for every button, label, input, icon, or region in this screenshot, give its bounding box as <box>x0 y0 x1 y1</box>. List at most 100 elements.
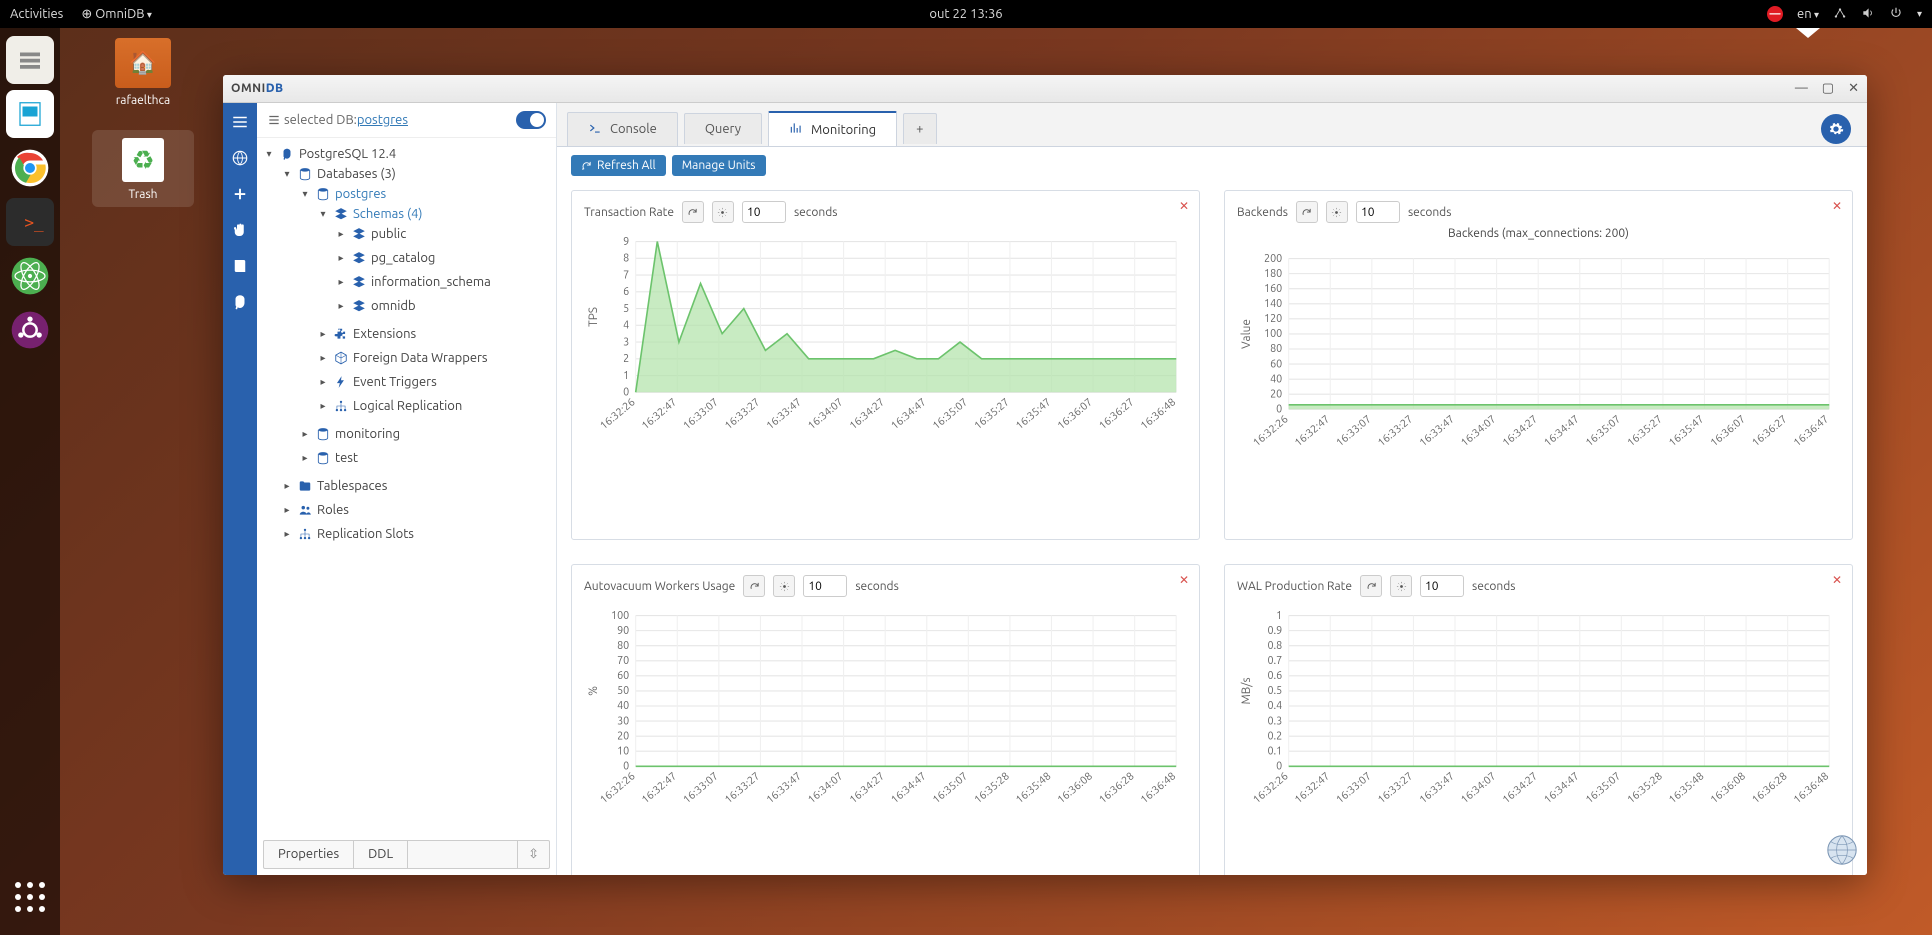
window-titlebar[interactable]: OMNIDB — ▢ ✕ <box>223 75 1867 103</box>
card-transaction-rate: ✕ Transaction Rate seconds 012345678916:… <box>571 190 1200 540</box>
notification-badge-icon[interactable]: — <box>1767 6 1783 22</box>
settings-button[interactable] <box>1821 114 1851 144</box>
card-close-icon[interactable]: ✕ <box>1179 573 1189 587</box>
dashboard: ✕ Transaction Rate seconds 012345678916:… <box>557 184 1867 875</box>
dock-chrome[interactable] <box>6 144 54 192</box>
card-close-icon[interactable]: ✕ <box>1832 199 1842 213</box>
users-icon <box>297 502 313 518</box>
card-refresh-icon[interactable] <box>743 575 765 597</box>
tab-console[interactable]: Console <box>567 112 678 146</box>
tab-add[interactable]: + <box>903 113 936 144</box>
postgres-icon <box>279 146 295 162</box>
rail-book-icon[interactable] <box>229 255 251 277</box>
dock-files[interactable] <box>6 36 54 84</box>
tree-fdw[interactable]: ▸Foreign Data Wrappers <box>317 350 556 366</box>
svg-text:16:36:47: 16:36:47 <box>1792 413 1832 449</box>
list-icon <box>267 113 281 127</box>
tree-schema-public[interactable]: ▸public <box>335 226 556 242</box>
sidebar-toggle[interactable] <box>516 111 546 129</box>
tab-properties[interactable]: Properties <box>264 841 354 868</box>
tab-ddl[interactable]: DDL <box>354 841 408 868</box>
network-icon[interactable] <box>1833 6 1847 23</box>
manage-units-button[interactable]: Manage Units <box>672 155 766 176</box>
svg-text:16:34:27: 16:34:27 <box>847 396 887 432</box>
card-interval-input[interactable] <box>803 575 847 597</box>
tree-replication-slots[interactable]: ▸Replication Slots <box>281 526 556 542</box>
tree-databases[interactable]: ▾Databases (3) <box>281 166 556 182</box>
dock-terminal[interactable]: >_ <box>6 198 54 246</box>
rail-connections-icon[interactable] <box>229 147 251 169</box>
rail-add-icon[interactable] <box>229 183 251 205</box>
rail-elephant-icon[interactable] <box>229 291 251 313</box>
tree-root[interactable]: ▾PostgreSQL 12.4 <box>263 146 556 162</box>
tree-db-postgres[interactable]: ▾postgres <box>299 186 556 202</box>
tree-tablespaces[interactable]: ▸Tablespaces <box>281 478 556 494</box>
globe-overlay-icon[interactable] <box>1825 833 1859 867</box>
svg-text:16:36:27: 16:36:27 <box>1097 396 1137 432</box>
app-menu[interactable]: ⊕ OmniDB <box>81 7 152 22</box>
tree-schema-omnidb[interactable]: ▸omnidb <box>335 298 556 314</box>
tree-event-triggers[interactable]: ▸Event Triggers <box>317 374 556 390</box>
system-menu-caret-icon[interactable]: ▾ <box>1917 8 1922 20</box>
tree-extensions[interactable]: ▸Extensions <box>317 326 556 342</box>
desktop-trash-label: Trash <box>92 188 194 201</box>
tree-schema-infoschema[interactable]: ▸information_schema <box>335 274 556 290</box>
card-settings-icon[interactable] <box>773 575 795 597</box>
tree-roles[interactable]: ▸Roles <box>281 502 556 518</box>
svg-text:80: 80 <box>617 640 629 652</box>
svg-text:16:34:47: 16:34:47 <box>1542 413 1582 449</box>
tree-db-monitoring[interactable]: ▸monitoring <box>299 426 556 442</box>
card-interval-input[interactable] <box>742 201 786 223</box>
seconds-label: seconds <box>794 206 837 219</box>
card-settings-icon[interactable] <box>712 201 734 223</box>
tab-monitoring[interactable]: Monitoring <box>768 111 897 146</box>
svg-text:90: 90 <box>617 625 629 637</box>
card-interval-input[interactable] <box>1356 201 1400 223</box>
dock-libreoffice[interactable] <box>6 90 54 138</box>
sidebar-header: selected DB: postgres <box>257 103 556 138</box>
svg-text:16:35:27: 16:35:27 <box>1625 413 1665 449</box>
svg-text:16:34:27: 16:34:27 <box>1500 770 1540 806</box>
window-close-icon[interactable]: ✕ <box>1848 81 1859 96</box>
svg-text:16:36:27: 16:36:27 <box>1750 413 1790 449</box>
volume-icon[interactable] <box>1861 6 1875 23</box>
rail-hand-icon[interactable] <box>229 219 251 241</box>
card-backends: ✕ Backends seconds Backends (max_connect… <box>1224 190 1853 540</box>
power-icon[interactable] <box>1889 6 1903 23</box>
dock-atom[interactable] <box>6 252 54 300</box>
card-close-icon[interactable]: ✕ <box>1179 199 1189 213</box>
system-top-bar: Activities ⊕ OmniDB out 22 13:36 — en ▾ <box>0 0 1932 28</box>
clock[interactable]: out 22 13:36 <box>929 7 1002 21</box>
card-close-icon[interactable]: ✕ <box>1832 573 1842 587</box>
svg-text:60: 60 <box>617 670 629 682</box>
selected-db-link[interactable]: postgres <box>357 113 408 127</box>
tree-logical-replication[interactable]: ▸Logical Replication <box>317 398 556 414</box>
card-settings-icon[interactable] <box>1326 201 1348 223</box>
refresh-all-button[interactable]: Refresh All <box>571 155 666 176</box>
svg-text:3: 3 <box>623 336 629 348</box>
tree-db-test[interactable]: ▸test <box>299 450 556 466</box>
trash-icon <box>122 138 164 182</box>
window-maximize-icon[interactable]: ▢ <box>1822 81 1834 96</box>
desktop-trash[interactable]: Trash <box>92 130 194 207</box>
dock-ubuntu-settings[interactable] <box>6 306 54 354</box>
tab-query[interactable]: Query <box>684 113 762 144</box>
window-minimize-icon[interactable]: — <box>1795 81 1808 96</box>
activities-button[interactable]: Activities <box>10 7 63 21</box>
card-interval-input[interactable] <box>1420 575 1464 597</box>
tree-schemas[interactable]: ▾Schemas (4) <box>317 206 556 222</box>
resize-handle-icon[interactable]: ⇳ <box>517 841 549 868</box>
svg-text:16:35:47: 16:35:47 <box>1667 413 1707 449</box>
tree-schema-pgcatalog[interactable]: ▸pg_catalog <box>335 250 556 266</box>
card-refresh-icon[interactable] <box>682 201 704 223</box>
card-title: Autovacuum Workers Usage <box>584 580 735 593</box>
card-refresh-icon[interactable] <box>1360 575 1382 597</box>
input-source[interactable]: en <box>1797 7 1819 21</box>
svg-text:16:33:27: 16:33:27 <box>1376 413 1416 449</box>
dock-show-apps[interactable] <box>6 873 54 921</box>
card-refresh-icon[interactable] <box>1296 201 1318 223</box>
desktop-home-folder[interactable]: rafaelthca <box>98 38 188 107</box>
card-settings-icon[interactable] <box>1390 575 1412 597</box>
rail-menu-icon[interactable] <box>229 111 251 133</box>
svg-text:16:34:47: 16:34:47 <box>889 770 929 806</box>
